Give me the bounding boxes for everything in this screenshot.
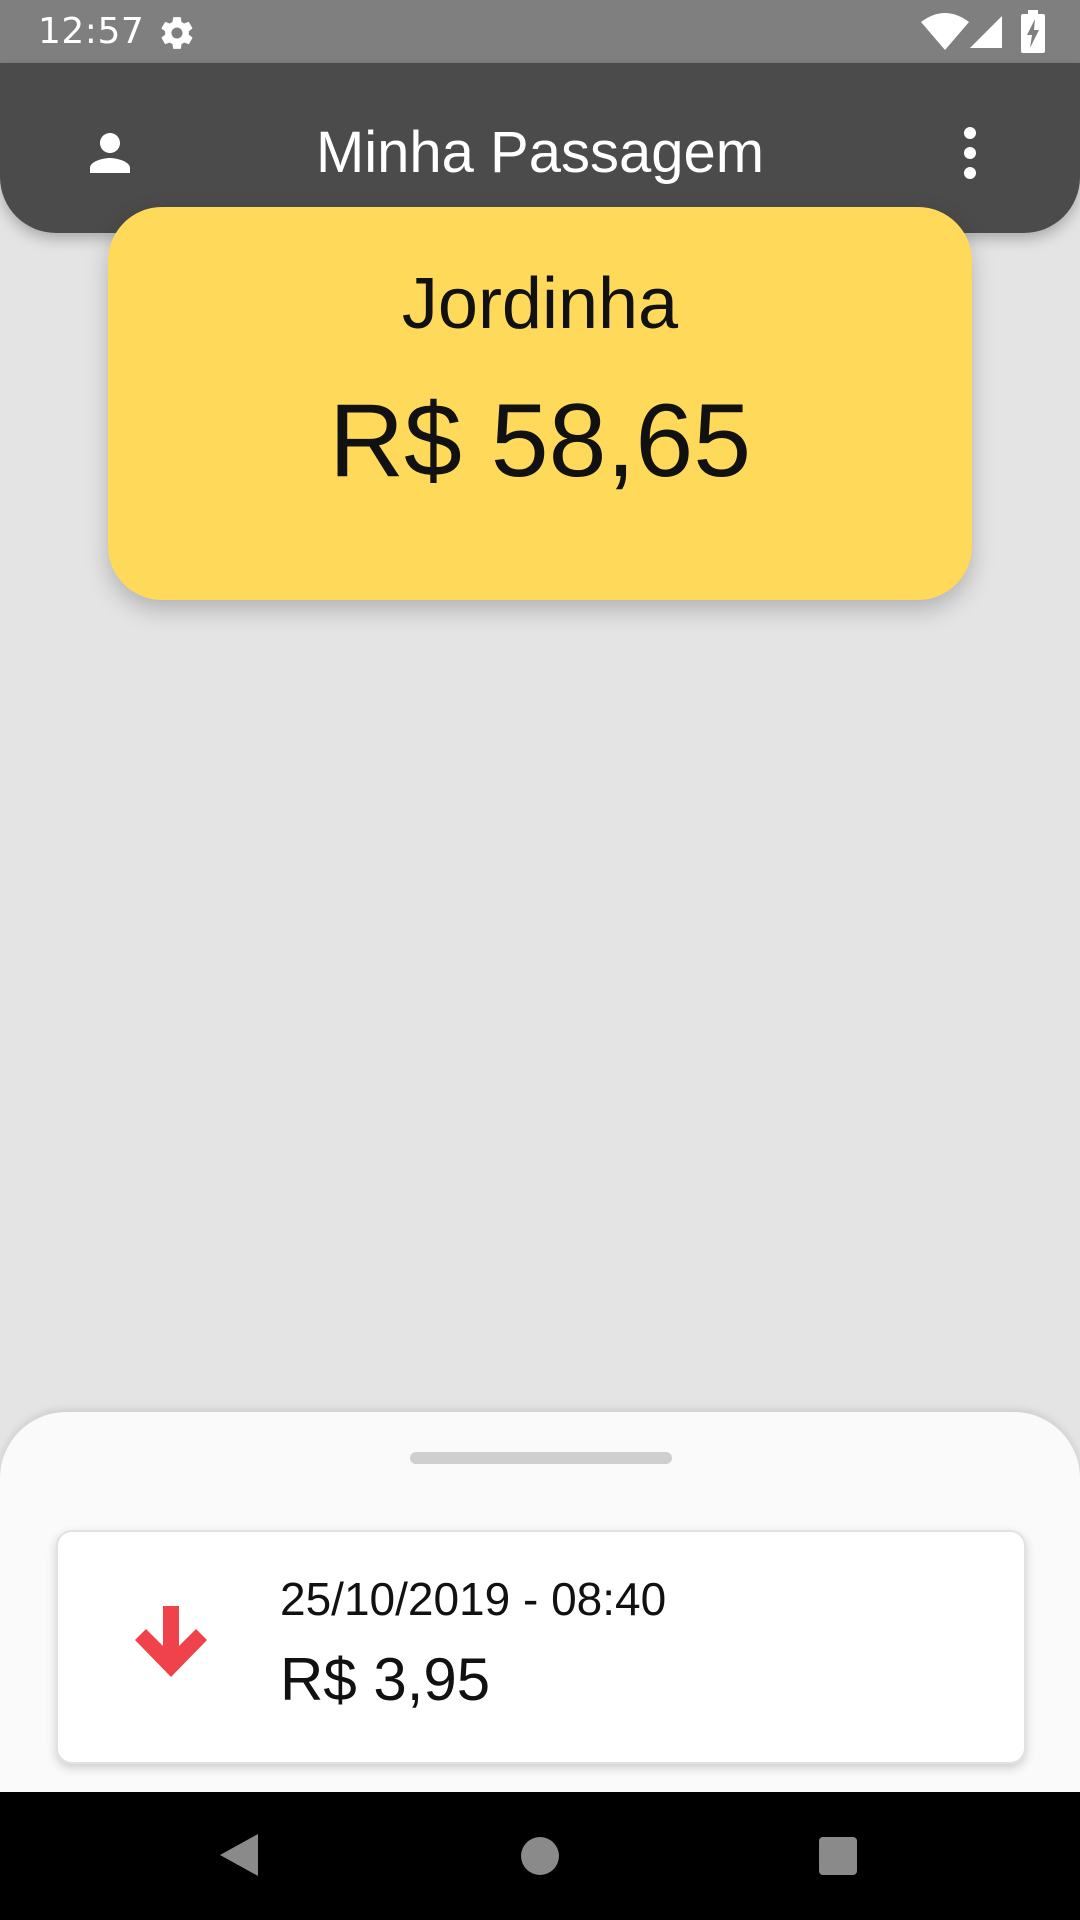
transaction-amount: R$ 3,95 — [280, 1646, 491, 1713]
card-holder-name: Jordinha — [401, 264, 679, 344]
status-bar: 12:57 — [0, 0, 1080, 63]
back-icon[interactable] — [218, 1832, 260, 1878]
card-balance: R$ 58,65 — [328, 383, 752, 499]
wifi-icon — [921, 13, 969, 50]
transaction-datetime: 25/10/2019 - 08:40 — [280, 1573, 667, 1625]
sheet-drag-handle[interactable] — [410, 1452, 672, 1464]
recents-icon[interactable] — [818, 1836, 858, 1876]
home-icon[interactable] — [520, 1836, 560, 1876]
arrow-down-icon — [135, 1606, 207, 1677]
gear-icon — [161, 17, 193, 49]
battery-charging-icon — [1021, 10, 1045, 53]
transaction-item[interactable]: 25/10/2019 - 08:40 R$ 3,95 — [56, 1530, 1026, 1764]
more-vert-icon[interactable] — [950, 123, 990, 183]
status-time: 12:57 — [38, 11, 145, 52]
page-title: Minha Passagem — [315, 120, 765, 185]
signal-icon — [970, 16, 1002, 48]
transactions-sheet[interactable]: 25/10/2019 - 08:40 R$ 3,95 — [0, 1412, 1080, 1792]
navigation-bar — [0, 1792, 1080, 1920]
balance-card[interactable]: Jordinha R$ 58,65 — [108, 207, 972, 600]
